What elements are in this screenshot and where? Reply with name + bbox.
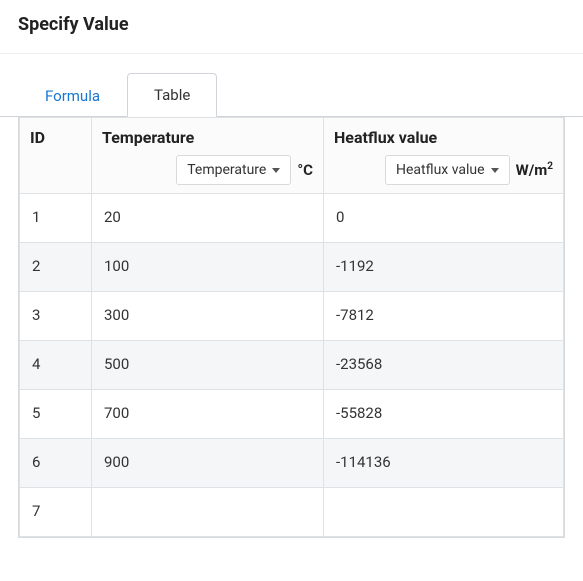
cell-heatflux-value: 0 (324, 194, 563, 242)
cell-heatflux[interactable]: -55828 (324, 390, 564, 439)
cell-temperature-value: 300 (92, 292, 323, 340)
heatflux-unit-dropdown[interactable]: Heatflux value (385, 155, 510, 185)
tabs-bar: Formula Table (0, 54, 583, 117)
cell-id-value: 4 (20, 341, 91, 389)
tab-formula[interactable]: Formula (18, 74, 127, 117)
table-row: 5700-55828 (20, 390, 564, 439)
cell-id[interactable]: 5 (20, 390, 92, 439)
cell-heatflux[interactable] (324, 488, 564, 537)
cell-heatflux-value: -7812 (324, 292, 563, 340)
cell-id-value: 5 (20, 390, 91, 438)
cell-id[interactable]: 7 (20, 488, 92, 537)
cell-id-value: 3 (20, 292, 91, 340)
cell-id[interactable]: 6 (20, 439, 92, 488)
cell-temperature-value: 700 (92, 390, 323, 438)
cell-heatflux-value: -114136 (324, 439, 563, 487)
table-row: 6900-114136 (20, 439, 564, 488)
cell-id[interactable]: 3 (20, 292, 92, 341)
cell-heatflux-value: -55828 (324, 390, 563, 438)
temperature-unit-label: °C (297, 161, 313, 179)
cell-id[interactable]: 4 (20, 341, 92, 390)
table-row: 4500-23568 (20, 341, 564, 390)
caret-down-icon (272, 168, 280, 173)
dialog-header: Specify Value (0, 0, 583, 54)
cell-id[interactable]: 2 (20, 243, 92, 292)
col-header-id-label: ID (20, 118, 91, 155)
cell-heatflux[interactable]: -7812 (324, 292, 564, 341)
cell-id-value: 1 (20, 194, 91, 242)
table-row: 7 (20, 488, 564, 537)
col-header-temperature: Temperature Temperature °C (92, 118, 324, 194)
cell-temperature[interactable]: 900 (92, 439, 324, 488)
temperature-unit-dropdown[interactable]: Temperature (176, 155, 291, 185)
cell-temperature[interactable] (92, 488, 324, 537)
temperature-dropdown-label: Temperature (187, 162, 266, 178)
cell-id-value: 7 (20, 488, 91, 536)
cell-heatflux-value (324, 488, 563, 536)
cell-temperature[interactable]: 700 (92, 390, 324, 439)
cell-temperature[interactable]: 500 (92, 341, 324, 390)
cell-temperature[interactable]: 300 (92, 292, 324, 341)
caret-down-icon (491, 168, 499, 173)
table-body: 12002100-11923300-78124500-235685700-558… (20, 194, 564, 537)
data-table-wrap: ID Temperature Temperature °C Heatflux v… (18, 117, 565, 538)
cell-temperature-value (92, 488, 323, 536)
table-row: 1200 (20, 194, 564, 243)
cell-heatflux[interactable]: -114136 (324, 439, 564, 488)
cell-temperature[interactable]: 100 (92, 243, 324, 292)
data-table: ID Temperature Temperature °C Heatflux v… (19, 117, 564, 537)
cell-id[interactable]: 1 (20, 194, 92, 243)
cell-temperature-value: 100 (92, 243, 323, 291)
heatflux-unit-label: W/m2 (516, 161, 553, 179)
tab-table[interactable]: Table (127, 73, 217, 117)
col-header-id: ID (20, 118, 92, 194)
cell-temperature-value: 500 (92, 341, 323, 389)
col-header-temperature-label: Temperature (92, 118, 323, 155)
cell-temperature-value: 20 (92, 194, 323, 242)
cell-heatflux-value: -1192 (324, 243, 563, 291)
cell-temperature[interactable]: 20 (92, 194, 324, 243)
cell-heatflux[interactable]: -23568 (324, 341, 564, 390)
cell-heatflux-value: -23568 (324, 341, 563, 389)
cell-id-value: 6 (20, 439, 91, 487)
cell-temperature-value: 900 (92, 439, 323, 487)
cell-heatflux[interactable]: 0 (324, 194, 564, 243)
col-header-heatflux-label: Heatflux value (324, 118, 563, 155)
col-header-heatflux: Heatflux value Heatflux value W/m2 (324, 118, 564, 194)
cell-id-value: 2 (20, 243, 91, 291)
dialog-title: Specify Value (18, 14, 565, 35)
heatflux-dropdown-label: Heatflux value (396, 162, 485, 178)
table-row: 2100-1192 (20, 243, 564, 292)
table-row: 3300-7812 (20, 292, 564, 341)
cell-heatflux[interactable]: -1192 (324, 243, 564, 292)
